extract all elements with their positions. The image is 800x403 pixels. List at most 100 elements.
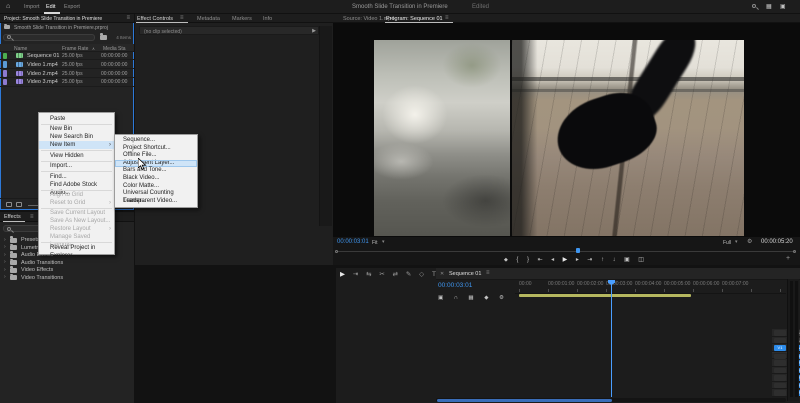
menu-item-find[interactable]: Find... [39, 173, 114, 181]
item-name[interactable]: Video 2.mp4 [27, 71, 58, 77]
source-patch[interactable] [774, 390, 786, 396]
settings-wrench-icon[interactable]: ⚙ [747, 238, 752, 245]
tab-effect-controls[interactable]: Effect Controls [137, 16, 173, 22]
track-select-tool-icon[interactable]: ⇥ [353, 269, 358, 280]
panel-menu-icon[interactable]: ≡ [180, 15, 184, 21]
project-row-sequence[interactable]: Sequence 01 25.00 fps 00:00:00:00 [0, 52, 134, 61]
folder-label[interactable]: Video Transitions [21, 275, 63, 281]
source-patch[interactable] [774, 367, 786, 373]
tab-export[interactable]: Export [64, 4, 80, 10]
twirl-icon[interactable]: › [4, 252, 6, 258]
workspaces-icon[interactable]: ▦ [766, 2, 772, 12]
effects-folder-video-transitions[interactable]: › Video Transitions [0, 273, 134, 282]
project-row-video1[interactable]: Video 1.mp4 25.00 fps 00:00:00:00 [0, 60, 134, 70]
timeline-timecode[interactable]: 00:00:03:01 [438, 282, 472, 289]
slip-tool-icon[interactable]: ⇄ [393, 269, 398, 280]
folder-label[interactable]: Video Effects [21, 267, 53, 273]
source-patch[interactable] [774, 382, 786, 388]
export-frame-icon[interactable]: ▣ [624, 255, 630, 265]
mini-playhead-icon[interactable]: ▶ [312, 28, 316, 34]
comparison-view-icon[interactable]: ◫ [638, 255, 644, 265]
twirl-icon[interactable]: › [4, 237, 6, 243]
twirl-icon[interactable]: › [4, 267, 6, 273]
menu-item-manage-saved-layouts[interactable]: Manage Saved Layouts... [39, 233, 114, 248]
item-name[interactable]: Sequence 01 [27, 53, 59, 59]
sequence-tab[interactable]: Sequence 01 [449, 271, 481, 277]
fullscreen-icon[interactable]: ▣ [780, 2, 786, 12]
panel-menu-icon[interactable]: ≡ [126, 15, 130, 21]
submenu-item-adjustment-layer[interactable]: Adjustment Layer... [115, 159, 197, 168]
twirl-icon[interactable]: › [4, 244, 6, 250]
source-patch[interactable] [774, 375, 786, 381]
menu-item-new-item[interactable]: New Item › [39, 141, 114, 150]
panel-menu-icon[interactable]: ≡ [486, 270, 490, 276]
twirl-icon[interactable]: › [4, 259, 6, 265]
search-input[interactable] [3, 33, 95, 41]
close-tab-icon[interactable]: ✕ [440, 271, 444, 277]
step-forward-icon[interactable]: ▸ [576, 255, 579, 265]
timeline-hscroll-track[interactable] [436, 398, 786, 402]
submenu-item-universal-counting-leader[interactable]: Universal Counting Leader... [115, 190, 197, 204]
panel-menu-icon[interactable]: ≡ [30, 214, 34, 220]
menu-item-reset-to-grid[interactable]: Reset to Grid › [39, 199, 114, 207]
project-panel-tab[interactable]: Project: Smooth Slide Transition in Prem… [4, 16, 102, 22]
snap-icon[interactable]: ∩ [454, 293, 458, 303]
effect-controls-mini-timeline[interactable] [319, 26, 332, 226]
label-chip[interactable] [3, 52, 7, 59]
project-list-header[interactable]: Name Frame Rate ∧ Media Sta [0, 44, 134, 52]
menu-item-save-as-new-layout[interactable]: Save As New Layout... [39, 217, 114, 225]
scrubber-playhead[interactable] [576, 248, 580, 253]
submenu-item-black-video[interactable]: Black Video... [115, 175, 197, 183]
playhead-timecode[interactable]: 00:00:03:01 [337, 239, 369, 245]
mark-out-icon[interactable]: } [527, 255, 529, 265]
folder-label[interactable]: Audio Transitions [21, 260, 63, 266]
submenu-item-offline-file[interactable]: Offline File... [115, 152, 197, 160]
add-marker-icon[interactable]: ◆ [504, 255, 508, 265]
label-chip[interactable] [3, 61, 7, 68]
menu-item-new-bin[interactable]: New Bin [39, 125, 114, 133]
scrubber-left-handle[interactable] [335, 249, 338, 253]
tab-program-monitor[interactable]: Program: Sequence 01 [386, 16, 443, 22]
bin-icon[interactable] [4, 23, 10, 29]
submenu-item-sequence[interactable]: Sequence... [115, 137, 197, 145]
go-to-out-icon[interactable]: ⇥ [587, 255, 592, 265]
timeline-hscroll-thumb[interactable] [437, 398, 612, 402]
submenu-item-color-matte[interactable]: Color Matte... [115, 183, 197, 191]
list-view-icon[interactable] [6, 202, 12, 207]
lift-icon[interactable]: ↑ [601, 255, 604, 265]
label-chip[interactable] [3, 78, 7, 86]
timeline-ruler[interactable]: 00:00 00:00:01:00 00:00:02:00 00:00:03:0… [515, 279, 786, 294]
label-chip[interactable] [3, 70, 7, 77]
home-icon[interactable]: ⌂ [6, 2, 10, 12]
menu-item-restore-layout[interactable]: Restore Layout › [39, 225, 114, 233]
source-patch[interactable] [774, 360, 786, 366]
submenu-item-transparent-video[interactable]: Transparent Video... [115, 198, 197, 206]
hand-tool-icon[interactable]: ◇ [419, 269, 424, 280]
work-area-bar[interactable] [519, 294, 691, 297]
source-patch-v1[interactable]: V1 [774, 345, 786, 351]
nest-indicator-icon[interactable]: ▣ [438, 293, 443, 303]
play-button-icon[interactable]: ▶ [563, 255, 568, 265]
source-patch[interactable] [774, 330, 786, 336]
menu-item-find-adobe-stock[interactable]: Find Adobe Stock Audio... [39, 181, 114, 196]
menu-item-align-to-grid[interactable]: Align to Grid [39, 191, 114, 199]
search-icon[interactable] [752, 4, 756, 8]
linked-selection-icon[interactable]: ▦ [468, 293, 473, 303]
submenu-item-project-shortcut[interactable]: Project Shortcut... [115, 145, 197, 153]
panel-menu-icon[interactable]: ≡ [445, 15, 449, 21]
scrubber-track[interactable] [337, 250, 795, 252]
playback-quality-select[interactable]: Full [723, 240, 731, 246]
menu-item-save-current-layout[interactable]: Save Current Layout [39, 209, 114, 217]
add-button-icon[interactable]: + [786, 255, 790, 262]
effects-folder-video-effects[interactable]: › Video Effects [0, 266, 134, 274]
menu-item-reveal-project[interactable]: Reveal Project in Explorer... [39, 244, 114, 259]
menu-item-import[interactable]: Import... [39, 162, 114, 170]
razor-tool-icon[interactable]: ✂ [379, 269, 384, 280]
zoom-level-select[interactable]: Fit [372, 240, 378, 246]
timeline-playhead-line[interactable] [611, 281, 612, 397]
menu-item-view-hidden[interactable]: View Hidden [39, 152, 114, 160]
project-row-video2[interactable]: Video 2.mp4 25.00 fps 00:00:00:00 [0, 69, 134, 78]
scrubber-right-handle[interactable] [793, 249, 796, 253]
menu-item-paste[interactable]: Paste [39, 115, 114, 123]
project-row-video3[interactable]: Video 3.mp4 25.00 fps 00:00:00:00 [0, 78, 134, 87]
